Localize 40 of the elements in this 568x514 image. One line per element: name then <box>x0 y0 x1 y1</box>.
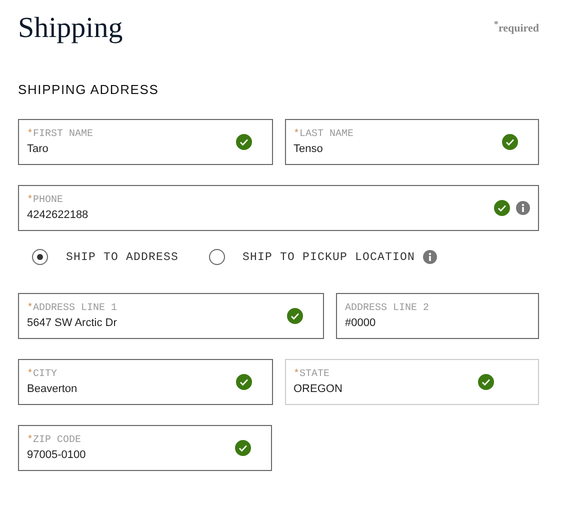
section-title: SHIPPING ADDRESS <box>18 82 160 97</box>
field-label: *ZIP CODE <box>27 435 82 446</box>
field-value: Beaverton <box>27 383 78 395</box>
field-label: *LAST NAME <box>294 129 355 140</box>
field-value: Tenso <box>294 143 324 155</box>
input-field[interactable]: *CITY Beaverton <box>18 359 272 405</box>
radio-label[interactable]: SHIP TO ADDRESS <box>66 250 179 264</box>
field-label: ADDRESS LINE 2 <box>345 303 430 314</box>
check-icon <box>236 134 252 150</box>
field-label: *CITY <box>27 369 58 380</box>
input-field[interactable]: *FIRST NAME Taro <box>18 119 272 165</box>
field-value: OREGON <box>294 383 344 395</box>
field-value: Taro <box>27 143 50 155</box>
page-title: Shipping <box>18 12 123 45</box>
field-label: *ADDRESS LINE 1 <box>27 303 118 314</box>
field-label: *FIRST NAME <box>27 129 94 140</box>
state-select[interactable]: *STATE OREGON <box>284 359 539 405</box>
field-label: *STATE <box>294 369 331 380</box>
input-field[interactable]: *PHONE 4242622188 <box>18 185 539 231</box>
input-field[interactable]: *ZIP CODE 97005-0100 <box>18 425 272 471</box>
field-value: 4242622188 <box>27 209 90 221</box>
field-value: 5647 SW Arctic Dr <box>27 317 118 329</box>
field-value: #0000 <box>345 317 377 329</box>
radio-label[interactable]: SHIP TO PICKUP LOCATION <box>242 250 416 264</box>
field-value: 97005-0100 <box>27 449 87 461</box>
check-icon <box>494 200 510 216</box>
check-icon <box>287 308 303 324</box>
input-field[interactable]: *ADDRESS LINE 1 5647 SW Arctic Dr <box>18 293 324 339</box>
input-field[interactable]: *LAST NAME Tenso <box>284 119 539 165</box>
info-icon[interactable] <box>423 250 438 264</box>
check-icon <box>236 374 252 390</box>
info-icon[interactable] <box>516 201 530 215</box>
check-icon <box>235 440 251 456</box>
input-field[interactable]: ADDRESS LINE 2 #0000 <box>336 293 539 339</box>
check-icon <box>478 374 494 390</box>
radio-button[interactable] <box>32 249 48 265</box>
radio-button[interactable] <box>208 249 225 265</box>
field-label: *PHONE <box>27 195 64 206</box>
check-icon <box>502 134 518 150</box>
required-note: $^{*}$required <box>494 19 539 35</box>
